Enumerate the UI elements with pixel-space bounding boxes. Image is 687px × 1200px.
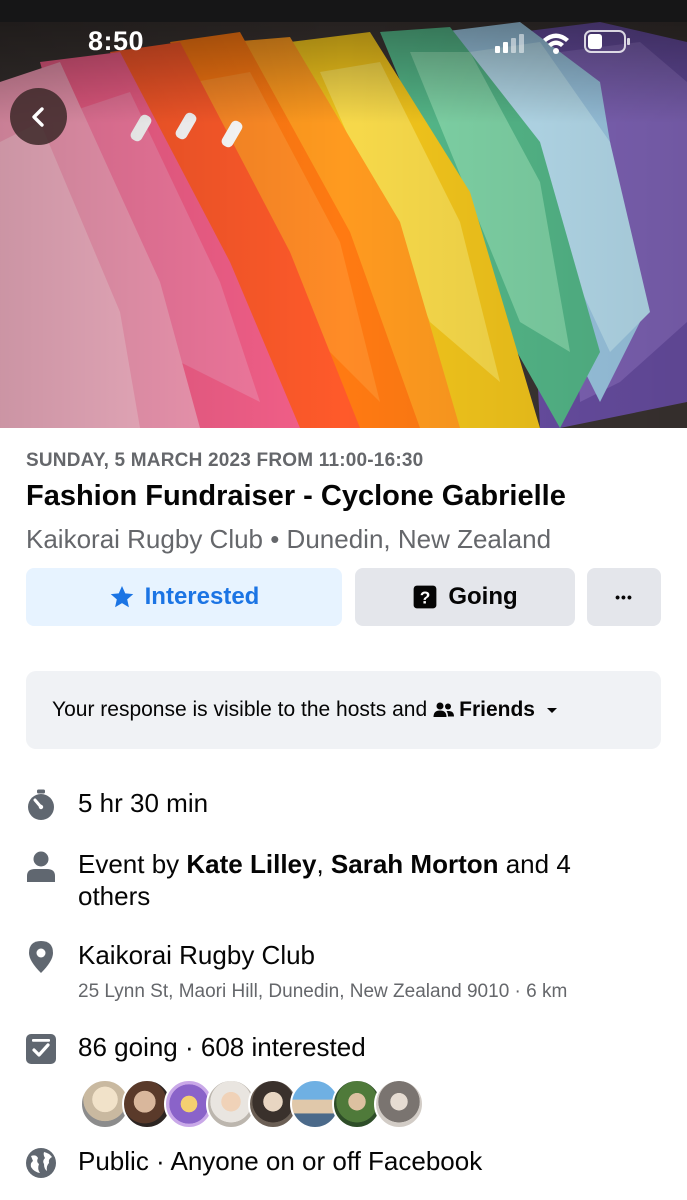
hosts-text: Event by Kate Lilley, Sarah Morton and 4… <box>78 848 638 912</box>
wifi-icon <box>543 33 569 54</box>
hosts-prefix: Event by <box>78 849 187 879</box>
event-location[interactable]: Kaikorai Rugby Club • Dunedin, New Zeala… <box>26 524 551 555</box>
event-cover-photo[interactable] <box>0 22 687 428</box>
status-bar-background <box>0 0 687 22</box>
responses-text: 86 going · 608 interested <box>78 1032 366 1062</box>
interested-label: Interested <box>144 583 260 610</box>
person-icon <box>24 850 58 884</box>
chevron-left-icon <box>31 106 44 127</box>
host-link-2[interactable]: Sarah Morton <box>331 849 499 879</box>
battery-icon <box>584 30 630 53</box>
attendee-avatars[interactable] <box>80 1079 424 1129</box>
hosts-separator: , <box>316 849 331 879</box>
duration-text: 5 hr 30 min <box>78 788 209 818</box>
going-label: Going <box>448 583 518 610</box>
cellular-signal-icon <box>495 34 524 53</box>
event-date: SUNDAY, 5 MARCH 2023 FROM 11:00-16:30 <box>26 450 424 471</box>
calendar-check-icon <box>24 1032 58 1066</box>
rainbow-shirts-illustration <box>0 22 687 428</box>
globe-icon <box>24 1146 58 1180</box>
avatar <box>374 1079 424 1129</box>
event-title: Fashion Fundraiser - Cyclone Gabrielle <box>26 480 566 512</box>
stopwatch-icon <box>24 788 58 822</box>
more-options-button[interactable]: ••• <box>587 568 661 626</box>
more-dots-icon: ••• <box>615 589 633 605</box>
privacy-text: Public · Anyone on or off Facebook <box>78 1146 483 1176</box>
response-visibility-notice: Your response is visible to the hosts an… <box>26 671 661 749</box>
status-indicators <box>495 28 635 56</box>
audience-selector[interactable]: Friends <box>433 698 559 722</box>
map-pin-icon <box>24 940 58 974</box>
status-time: 8:50 <box>88 26 145 56</box>
hosts-suffix[interactable]: and 4 <box>499 849 571 879</box>
going-button[interactable]: ? Going <box>355 568 575 626</box>
visibility-text: Your response is visible to the hosts an… <box>52 698 428 721</box>
audience-label: Friends <box>459 698 535 721</box>
back-button[interactable] <box>10 88 67 145</box>
caret-down-icon <box>546 708 557 713</box>
venue-address: 25 Lynn St, Maori Hill, Dunedin, New Zea… <box>78 981 568 1002</box>
svg-text:?: ? <box>420 588 431 608</box>
venue-name: Kaikorai Rugby Club <box>78 940 316 970</box>
star-icon <box>109 584 135 610</box>
friends-icon <box>433 702 455 717</box>
interested-button[interactable]: Interested <box>26 568 342 626</box>
host-link-1[interactable]: Kate Lilley <box>186 849 316 879</box>
question-checkbox-icon: ? <box>412 584 438 610</box>
hosts-suffix-others[interactable]: others <box>78 881 150 911</box>
